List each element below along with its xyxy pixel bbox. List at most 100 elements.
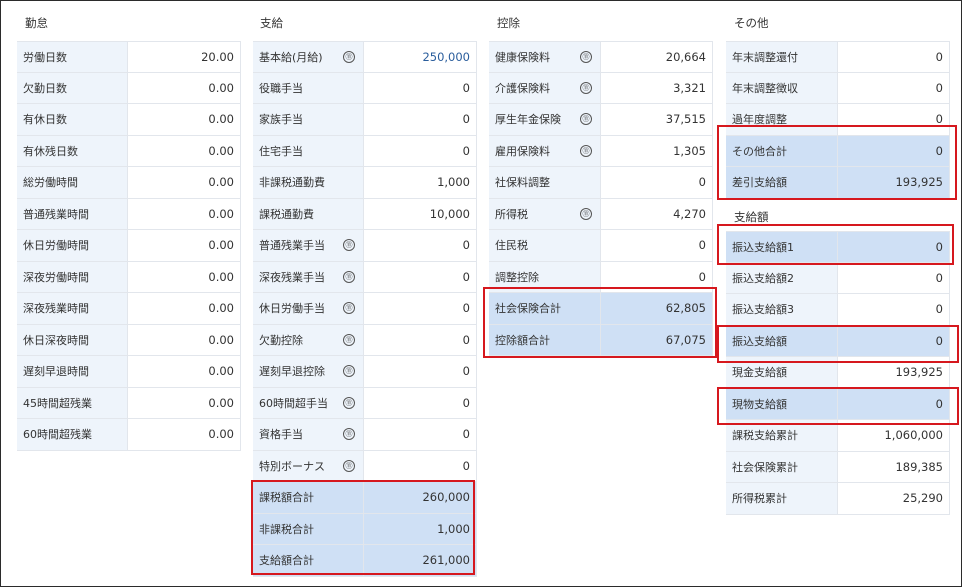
shikyugaku-row: 社会保険累計 189,385 — [726, 451, 950, 483]
sonota-value: 0 — [838, 104, 950, 135]
row-label-text: 深夜残業時間 — [23, 302, 89, 316]
kintai-value: 0.00 — [128, 261, 241, 292]
kojo-title: 控除 — [497, 16, 520, 30]
sonota-label: その他合計 — [726, 135, 838, 166]
shikyugaku-row: 振込支給額1 0 — [726, 231, 950, 263]
kojo-value: 20,664 — [601, 42, 713, 72]
shikyu-label: 特別ボーナス ⑪ — [253, 450, 364, 481]
shikyu-value: 261,000 — [364, 545, 477, 576]
kojo-label: 介護保険料 ⑪ — [489, 72, 601, 103]
kintai-row: 深夜労働時間 0.00 — [17, 261, 241, 293]
shikyugaku-value: 1,060,000 — [838, 420, 950, 451]
shikyu-row: 普通残業手当 ⑪ 0 — [253, 230, 477, 262]
shikyu-label: 基本給(月給) ⑪ — [253, 42, 364, 72]
sonota-row: 年末調整徴収 0 — [726, 72, 950, 104]
kojo-table: 健康保険料 ⑪ 20,664 介護保険料 ⑪ 3,321 厚生年金保険 ⑪ 37,515 雇用保険… — [489, 41, 713, 356]
shikyugaku-value: 0 — [838, 262, 950, 293]
kojo-value: 3,321 — [601, 72, 713, 103]
shikyu-label: 休日労働手当 ⑪ — [253, 293, 364, 324]
kintai-row: 総労働時間 0.00 — [17, 167, 241, 199]
kojo-label: 控除額合計 — [489, 324, 601, 355]
tax-mark-icon: ⑪ — [580, 144, 592, 157]
kintai-row: 有休残日数 0.00 — [17, 135, 241, 167]
sonota-row: その他合計 0 — [726, 135, 950, 167]
shikyu-label: 欠勤控除 ⑪ — [253, 324, 364, 355]
shikyu-row: 住宅手当 0 — [253, 135, 477, 167]
shikyu-row: 課税通勤費 10,000 — [253, 198, 477, 230]
kojo-label: 社保料調整 — [489, 167, 601, 198]
kintai-label: 深夜労働時間 — [17, 261, 128, 292]
shikyu-row: 遅刻早退控除 ⑪ 0 — [253, 356, 477, 388]
shikyu-row: 役職手当 0 — [253, 72, 477, 104]
sonota-title: その他 — [734, 16, 769, 30]
shikyugaku-title: 支給額 — [734, 210, 769, 224]
shikyugaku-label: 社会保険累計 — [726, 451, 838, 482]
shikyu-value: 0 — [364, 419, 477, 450]
kintai-value: 20.00 — [128, 42, 241, 72]
kintai-value: 0.00 — [128, 198, 241, 229]
row-label-text: 厚生年金保険 — [495, 113, 561, 127]
kojo-row: 控除額合計 67,075 — [489, 324, 713, 356]
kintai-label: 深夜残業時間 — [17, 293, 128, 324]
sonota-table: 年末調整還付 0 年末調整徴収 0 過年度調整 0 その他合計 0 差引支給額 193,925 — [726, 41, 950, 199]
sonota-value: 193,925 — [838, 167, 950, 198]
row-label-text: 介護保険料 — [495, 81, 550, 95]
shikyu-row: 資格手当 ⑪ 0 — [253, 419, 477, 451]
shikyugaku-row: 振込支給額3 0 — [726, 294, 950, 326]
row-label-text: 課税支給累計 — [732, 429, 798, 443]
shikyugaku-row: 現金支給額 193,925 — [726, 357, 950, 389]
shikyugaku-value: 193,925 — [838, 357, 950, 388]
row-label-text: 差引支給額 — [732, 176, 787, 190]
shikyu-value: 0 — [364, 450, 477, 481]
tax-mark-icon: ⑪ — [343, 239, 355, 252]
shikyugaku-label: 振込支給額2 — [726, 262, 838, 293]
kojo-value: 67,075 — [601, 324, 713, 355]
kintai-label: 総労働時間 — [17, 167, 128, 198]
row-label-text: 有休残日数 — [23, 144, 78, 158]
row-label-text: 休日深夜時間 — [23, 333, 89, 347]
shikyugaku-value: 0 — [838, 294, 950, 325]
tax-mark-icon: ⑪ — [343, 365, 355, 378]
row-label-text: 所得税累計 — [732, 492, 787, 506]
row-label-text: その他合計 — [732, 144, 787, 158]
sonota-value: 0 — [838, 42, 950, 72]
shikyu-row: 60時間超手当 ⑪ 0 — [253, 387, 477, 419]
kojo-row: 調整控除 0 — [489, 261, 713, 293]
row-label-text: 現金支給額 — [732, 366, 787, 380]
kojo-value: 37,515 — [601, 104, 713, 135]
shikyugaku-row: 課税支給累計 1,060,000 — [726, 420, 950, 452]
tax-mark-icon: ⑪ — [343, 428, 355, 441]
row-label-text: 遅刻早退控除 — [259, 365, 325, 379]
shikyu-label: 普通残業手当 ⑪ — [253, 230, 364, 261]
kintai-value: 0.00 — [128, 230, 241, 261]
shikyu-label: 60時間超手当 ⑪ — [253, 387, 364, 418]
shikyugaku-label: 振込支給額3 — [726, 294, 838, 325]
kojo-label: 雇用保険料 ⑪ — [489, 135, 601, 166]
row-label-text: 調整控除 — [495, 270, 539, 284]
kintai-label: 遅刻早退時間 — [17, 356, 128, 387]
kojo-value: 62,805 — [601, 293, 713, 324]
shikyugaku-label: 振込支給額1 — [726, 232, 838, 262]
row-label-text: 労働日数 — [23, 50, 67, 64]
shikyu-row: 特別ボーナス ⑪ 0 — [253, 450, 477, 482]
kintai-value: 0.00 — [128, 419, 241, 450]
shikyu-value: 0 — [364, 104, 477, 135]
row-label-text: 欠勤日数 — [23, 81, 67, 95]
row-label-text: 遅刻早退時間 — [23, 365, 89, 379]
row-label-text: 資格手当 — [259, 428, 303, 442]
kojo-label: 健康保険料 ⑪ — [489, 42, 601, 72]
kintai-value: 0.00 — [128, 167, 241, 198]
kintai-title: 勤怠 — [25, 16, 48, 30]
kintai-label: 労働日数 — [17, 42, 128, 72]
kintai-row: 普通残業時間 0.00 — [17, 198, 241, 230]
kintai-label: 休日深夜時間 — [17, 324, 128, 355]
tax-mark-icon: ⑪ — [580, 207, 592, 220]
kojo-row: 社保料調整 0 — [489, 167, 713, 199]
shikyugaku-label: 所得税累計 — [726, 483, 838, 514]
row-label-text: 休日労働手当 — [259, 302, 325, 316]
tax-mark-icon: ⑪ — [580, 50, 592, 63]
kojo-label: 調整控除 — [489, 261, 601, 292]
sonota-row: 年末調整還付 0 — [726, 41, 950, 73]
kintai-value: 0.00 — [128, 293, 241, 324]
kintai-row: 45時間超残業 0.00 — [17, 387, 241, 419]
